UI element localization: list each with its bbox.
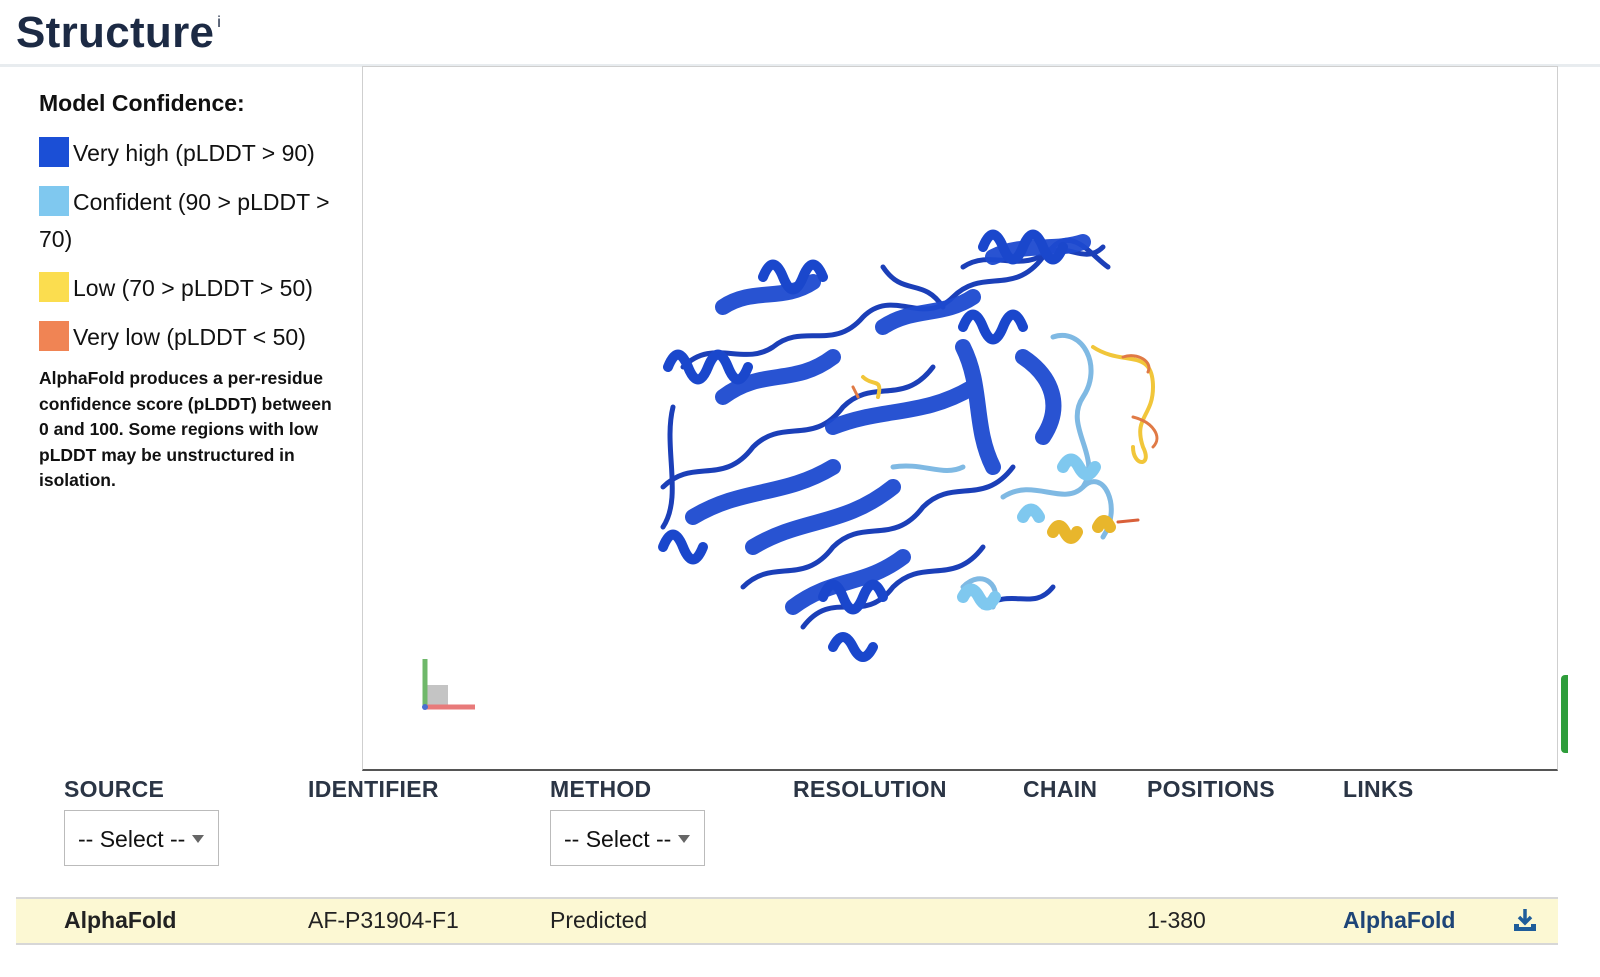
- legend-note: AlphaFold produces a per-residue confide…: [39, 368, 332, 491]
- info-link[interactable]: i: [217, 14, 221, 31]
- method-filter-value: -- Select --: [564, 826, 672, 852]
- header-identifier: IDENTIFIER: [308, 776, 439, 802]
- legend-label: Very high (pLDDT > 90): [73, 140, 315, 166]
- section-title-text: Structure: [16, 8, 215, 57]
- legend-item-very-high: Very high (pLDDT > 90): [39, 135, 339, 172]
- confidence-legend: Model Confidence: Very high (pLDDT > 90)…: [39, 90, 339, 494]
- header-links: LINKS: [1343, 776, 1414, 802]
- header-method: METHOD: [550, 776, 652, 802]
- chevron-down-icon: [192, 835, 204, 843]
- table-row: AlphaFold AF-P31904-F1 Predicted 1-380 A…: [16, 897, 1558, 945]
- legend-item-very-low: Very low (pLDDT < 50): [39, 319, 339, 356]
- axes-gizmo-icon: [422, 659, 475, 710]
- method-filter-select[interactable]: -- Select --: [550, 810, 705, 866]
- protein-structure-render[interactable]: [363, 67, 1557, 769]
- legend-label: Very low (pLDDT < 50): [73, 324, 306, 350]
- header-chain: CHAIN: [1023, 776, 1098, 802]
- legend-swatch-very-low: [39, 321, 69, 351]
- cell-method: Predicted: [550, 907, 648, 933]
- scroll-indicator[interactable]: [1561, 675, 1568, 753]
- structure-viewer[interactable]: [362, 66, 1558, 771]
- header-positions: POSITIONS: [1147, 776, 1275, 802]
- legend-swatch-very-high: [39, 137, 69, 167]
- section-title: Structure i: [16, 8, 221, 58]
- legend-label: Confident (90 > pLDDT > 70): [39, 189, 330, 252]
- legend-swatch-low: [39, 272, 69, 302]
- legend-item-low: Low (70 > pLDDT > 50): [39, 270, 339, 307]
- cell-source: AlphaFold: [64, 907, 177, 933]
- section-header: Structure i: [0, 0, 1600, 67]
- legend-swatch-confident: [39, 186, 69, 216]
- chevron-down-icon: [678, 835, 690, 843]
- cell-positions: 1-380: [1147, 907, 1206, 933]
- alphafold-link[interactable]: AlphaFold: [1343, 907, 1455, 934]
- download-icon[interactable]: [1512, 907, 1538, 933]
- legend-label: Low (70 > pLDDT > 50): [73, 275, 313, 301]
- source-filter-select[interactable]: -- Select --: [64, 810, 219, 866]
- legend-title: Model Confidence:: [39, 90, 245, 116]
- cell-identifier: AF-P31904-F1: [308, 907, 459, 933]
- source-filter-value: -- Select --: [78, 826, 186, 852]
- legend-item-confident: Confident (90 > pLDDT > 70): [39, 184, 339, 258]
- header-resolution: RESOLUTION: [793, 776, 947, 802]
- header-source: SOURCE: [64, 776, 165, 802]
